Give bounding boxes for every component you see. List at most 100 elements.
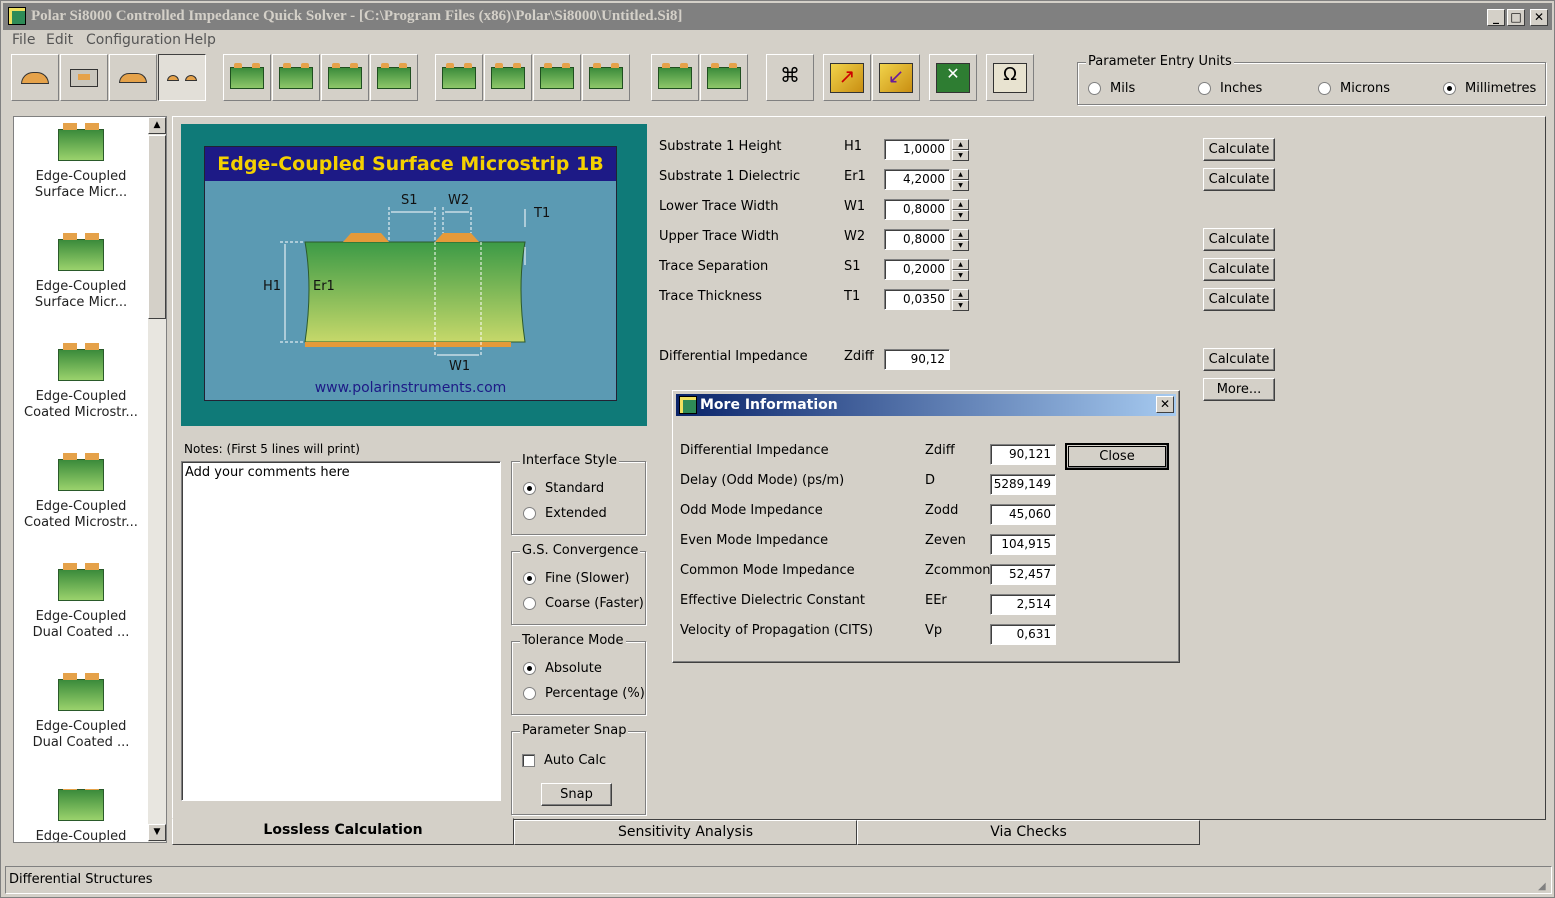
param-input-w2[interactable]: 0,8000 xyxy=(884,229,950,250)
param-spinner[interactable]: ▲ ▼ xyxy=(952,259,969,281)
param-input-h1[interactable]: 1,0000 xyxy=(884,139,950,160)
scroll-down-icon[interactable]: ▼ xyxy=(148,824,166,841)
tb-structure-6-button[interactable] xyxy=(484,54,532,101)
param-spinner[interactable]: ▲ ▼ xyxy=(952,199,969,221)
list-item[interactable]: Edge-Coupled Coated Microstr... xyxy=(14,343,148,421)
convergence-fine-radio[interactable]: Fine (Slower) xyxy=(523,571,629,586)
menu-file[interactable]: File xyxy=(12,32,35,48)
ohm-meter-icon: Ω xyxy=(993,62,1027,93)
list-item[interactable]: Edge-Coupled Surface Micr... xyxy=(14,233,148,311)
unit-microns-radio[interactable]: Microns xyxy=(1318,81,1390,96)
spin-down-icon[interactable]: ▼ xyxy=(952,240,969,251)
tab-lossless-calculation[interactable]: Lossless Calculation xyxy=(172,818,514,845)
minimize-button[interactable]: _ xyxy=(1487,9,1505,26)
list-item[interactable]: Edge-Coupled xyxy=(14,789,148,842)
tb-structure-3-button[interactable] xyxy=(321,54,369,101)
tb-structure-4-button[interactable] xyxy=(370,54,418,101)
tb-structure-2-button[interactable] xyxy=(272,54,320,101)
close-button[interactable]: ✕ xyxy=(1530,9,1548,26)
list-item[interactable]: Edge-Coupled Dual Coated ... xyxy=(14,563,148,641)
unit-inches-radio[interactable]: Inches xyxy=(1198,81,1262,96)
tb-differential-button[interactable] xyxy=(158,54,206,101)
dialog-app-icon xyxy=(679,396,697,414)
structure-list[interactable]: Edge-Coupled Surface Micr... Edge-Coupled… xyxy=(13,116,167,843)
more-button[interactable]: More... xyxy=(1203,378,1275,401)
tb-structure-8-button[interactable] xyxy=(582,54,630,101)
param-spinner[interactable]: ▲ ▼ xyxy=(952,289,969,311)
param-input-er1[interactable]: 4,2000 xyxy=(884,169,950,190)
calculate-h1-button[interactable]: Calculate xyxy=(1203,138,1275,161)
tb-single-trace-button[interactable] xyxy=(109,54,157,101)
param-input-s1[interactable]: 0,2000 xyxy=(884,259,950,280)
param-input-w1[interactable]: 0,8000 xyxy=(884,199,950,220)
spin-up-icon[interactable]: ▲ xyxy=(952,139,969,150)
tb-structure-1-button[interactable] xyxy=(223,54,271,101)
tab-via-checks[interactable]: Via Checks xyxy=(857,820,1200,845)
snap-button[interactable]: Snap xyxy=(541,783,612,806)
tb-structure-7-button[interactable] xyxy=(533,54,581,101)
param-spinner[interactable]: ▲ ▼ xyxy=(952,169,969,191)
more-information-dialog: More Information ✕ Differential Impedanc… xyxy=(672,390,1180,663)
calculate-s1-button[interactable]: Calculate xyxy=(1203,258,1275,281)
structure-diagram: Edge-Coupled Surface Microstrip 1B S1 W2… xyxy=(204,146,617,401)
tb-single-ended-button[interactable] xyxy=(11,54,59,101)
convergence-coarse-radio[interactable]: Coarse (Faster) xyxy=(523,596,644,611)
tb-hierarchy-button[interactable]: ⌘ xyxy=(766,54,814,101)
status-bar: Differential Structures xyxy=(5,866,1552,894)
calculate-w2-button[interactable]: Calculate xyxy=(1203,228,1275,251)
list-item[interactable]: Edge-Coupled Dual Coated ... xyxy=(14,673,148,751)
scroll-up-icon[interactable]: ▲ xyxy=(148,117,166,134)
menu-configuration[interactable]: Configuration xyxy=(86,32,181,48)
menu-edit[interactable]: Edit xyxy=(46,32,73,48)
interface-standard-radio[interactable]: Standard xyxy=(523,481,604,496)
scroll-thumb[interactable] xyxy=(148,135,166,319)
unit-millimetres-radio[interactable]: Millimetres xyxy=(1443,81,1536,96)
calculate-er1-button[interactable]: Calculate xyxy=(1203,168,1275,191)
tb-excel-button[interactable]: ✕ xyxy=(929,54,977,101)
tb-chart-down-button[interactable]: ↙ xyxy=(872,54,920,101)
spin-down-icon[interactable]: ▼ xyxy=(952,180,969,191)
tb-chart-up-button[interactable]: ↗ xyxy=(823,54,871,101)
maximize-button[interactable]: □ xyxy=(1507,9,1525,26)
label-w2: W2 xyxy=(448,193,470,208)
calculate-t1-button[interactable]: Calculate xyxy=(1203,288,1275,311)
tolerance-percentage-radio[interactable]: Percentage (%) xyxy=(523,686,645,701)
resize-grip-icon[interactable]: ◢ xyxy=(1538,881,1552,895)
tb-structure-5-button[interactable] xyxy=(435,54,483,101)
tab-sensitivity-analysis[interactable]: Sensitivity Analysis xyxy=(514,820,857,845)
interface-extended-radio[interactable]: Extended xyxy=(523,506,607,521)
tb-embedded-button[interactable] xyxy=(60,54,108,101)
radio-dot-selected xyxy=(523,572,536,585)
list-item[interactable]: Edge-Coupled Coated Microstr... xyxy=(14,453,148,531)
dialog-close-icon[interactable]: ✕ xyxy=(1156,396,1174,413)
menu-help[interactable]: Help xyxy=(184,32,216,48)
dialog-close-button[interactable]: Close xyxy=(1065,443,1169,470)
sidebar-scrollbar[interactable]: ▲ ▼ xyxy=(148,117,166,842)
notes-textarea[interactable]: Add your comments here xyxy=(181,461,501,801)
spin-up-icon[interactable]: ▲ xyxy=(952,199,969,210)
param-spinner[interactable]: ▲ ▼ xyxy=(952,139,969,161)
unit-mils-radio[interactable]: Mils xyxy=(1088,81,1135,96)
tb-ohm-button[interactable]: Ω xyxy=(986,54,1034,101)
spin-down-icon[interactable]: ▼ xyxy=(952,150,969,161)
tb-structure-10-button[interactable] xyxy=(700,54,748,101)
auto-calc-checkbox[interactable]: Auto Calc xyxy=(522,753,606,768)
spin-up-icon[interactable]: ▲ xyxy=(952,229,969,240)
structure-thumb-icon xyxy=(58,563,104,601)
spin-down-icon[interactable]: ▼ xyxy=(952,210,969,221)
label-t1: T1 xyxy=(534,206,551,221)
spin-up-icon[interactable]: ▲ xyxy=(952,289,969,300)
param-symbol: S1 xyxy=(844,259,861,274)
spin-down-icon[interactable]: ▼ xyxy=(952,270,969,281)
spin-up-icon[interactable]: ▲ xyxy=(952,259,969,270)
spin-down-icon[interactable]: ▼ xyxy=(952,300,969,311)
zdiff-field[interactable]: 90,12 xyxy=(884,349,950,370)
param-spinner[interactable]: ▲ ▼ xyxy=(952,229,969,251)
info-value-delay: 5289,149 xyxy=(990,474,1056,495)
tolerance-absolute-radio[interactable]: Absolute xyxy=(523,661,602,676)
list-item[interactable]: Edge-Coupled Surface Micr... xyxy=(14,123,148,201)
tb-structure-9-button[interactable] xyxy=(651,54,699,101)
spin-up-icon[interactable]: ▲ xyxy=(952,169,969,180)
param-input-t1[interactable]: 0,0350 xyxy=(884,289,950,310)
calculate-zdiff-button[interactable]: Calculate xyxy=(1203,348,1275,371)
